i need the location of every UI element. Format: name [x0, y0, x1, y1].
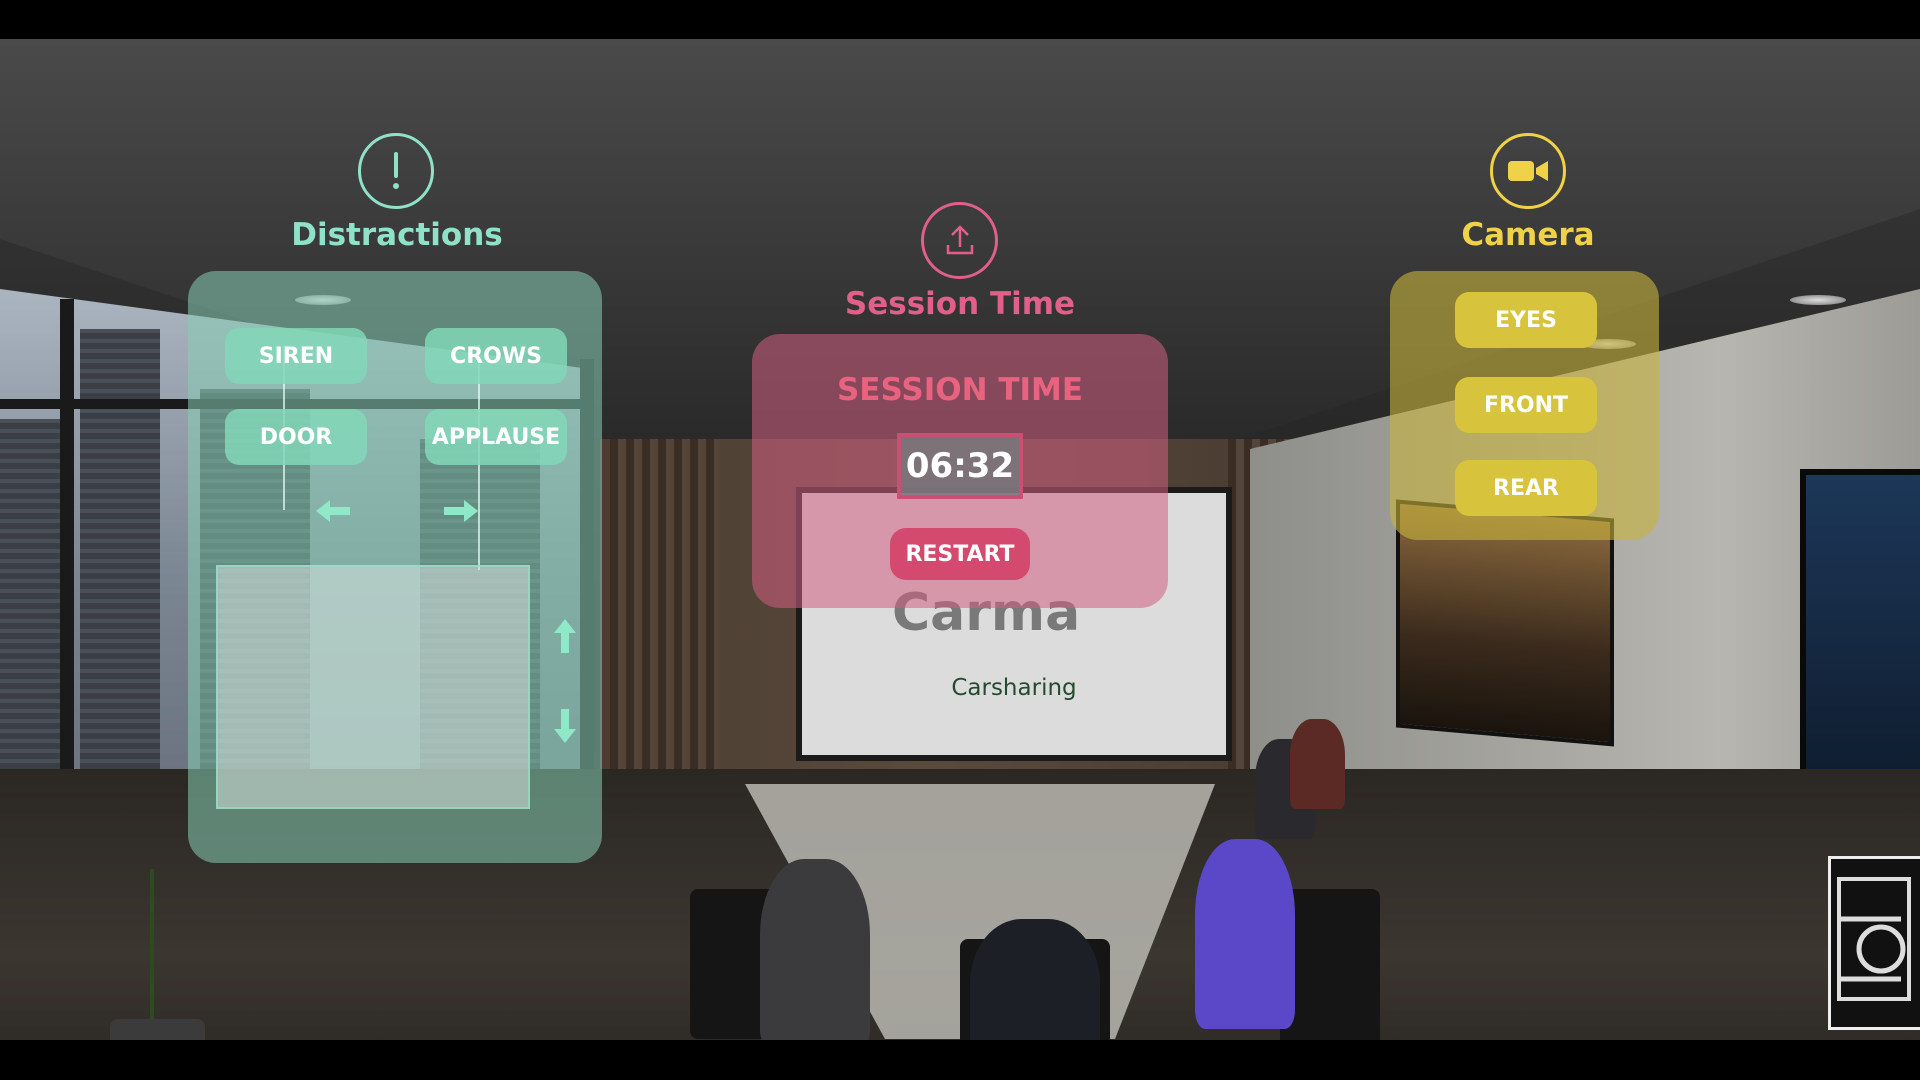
session-timer: 06:32 — [897, 433, 1023, 499]
letterbox-bottom — [0, 1040, 1920, 1080]
seated-person — [1290, 719, 1345, 809]
seated-person — [970, 919, 1100, 1040]
eyes-button[interactable]: EYES — [1455, 292, 1597, 348]
camera-title: Camera — [1461, 217, 1595, 253]
distractions-list[interactable] — [216, 565, 530, 809]
session-time-title: Session Time — [844, 286, 1076, 322]
arrow-left-icon[interactable] — [314, 496, 352, 530]
ceiling-light — [1790, 295, 1846, 305]
upload-icon — [921, 202, 998, 279]
rear-button[interactable]: REAR — [1455, 460, 1597, 516]
siren-button[interactable]: SIREN — [225, 328, 367, 384]
restart-button[interactable]: RESTART — [890, 528, 1030, 580]
chair — [1280, 889, 1380, 1040]
video-camera-icon — [1490, 133, 1566, 209]
plant — [150, 869, 154, 1029]
arrow-right-icon[interactable] — [442, 496, 480, 530]
seated-person — [1195, 839, 1295, 1029]
letterbox-top — [0, 0, 1920, 39]
crows-button[interactable]: CROWS — [425, 328, 567, 384]
corner-logo — [1828, 856, 1920, 1030]
door-button[interactable]: DOOR — [225, 409, 367, 465]
arrow-down-icon[interactable] — [552, 707, 578, 751]
wall-monitor — [1800, 469, 1920, 811]
screen-caption: Carsharing — [951, 675, 1077, 701]
session-time-heading: SESSION TIME — [836, 372, 1084, 408]
applause-button[interactable]: APPLAUSE — [425, 409, 567, 465]
seated-person — [760, 859, 870, 1040]
arrow-up-icon[interactable] — [552, 617, 578, 661]
plant-pot — [110, 1019, 205, 1040]
front-button[interactable]: FRONT — [1455, 377, 1597, 433]
alert-icon — [358, 133, 434, 209]
distractions-title: Distractions — [291, 217, 503, 253]
curtain — [610, 439, 720, 769]
